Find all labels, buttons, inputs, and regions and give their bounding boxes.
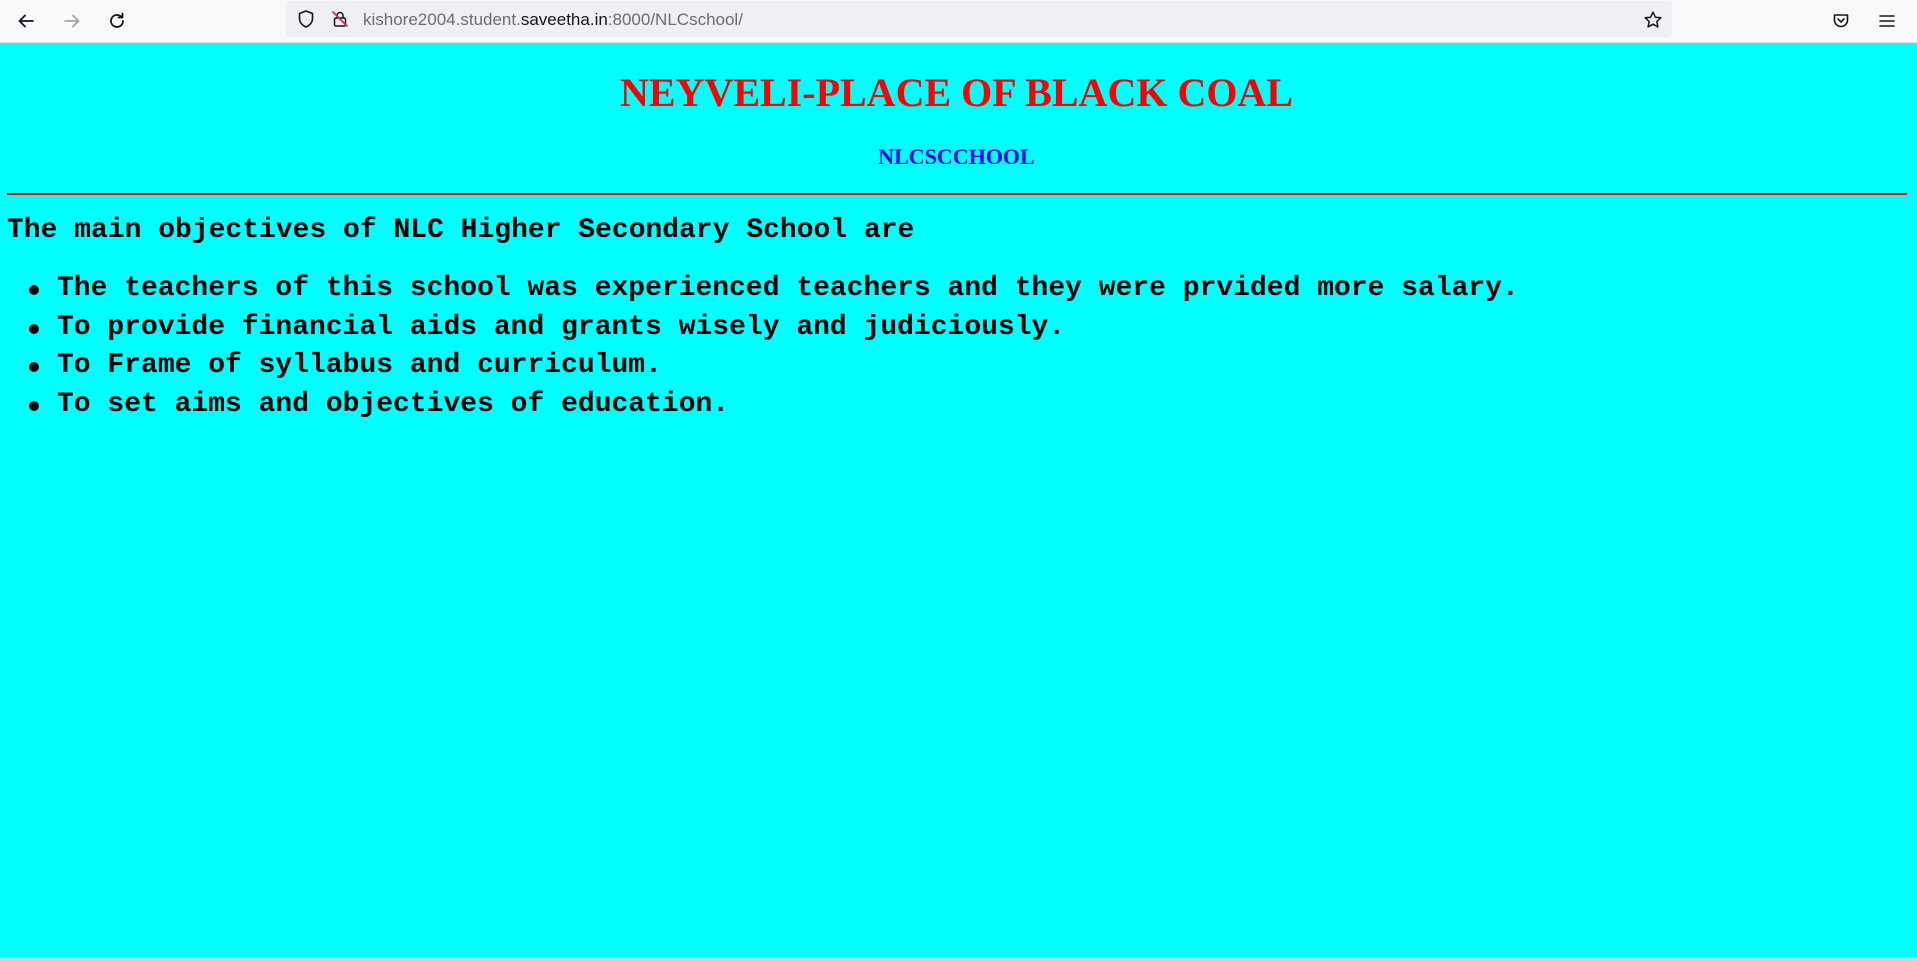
list-item-text: The teachers of this school was experien… (57, 273, 1519, 304)
horizontal-rule (7, 193, 1907, 195)
reload-button[interactable] (100, 4, 134, 38)
bullet-icon (29, 362, 39, 373)
bookmark-star-button[interactable] (1640, 7, 1666, 33)
bullet-icon (29, 285, 39, 295)
star-icon (1644, 11, 1662, 28)
arrow-left-icon (18, 14, 34, 28)
objectives-list: The teachers of this school was experien… (0, 270, 1519, 425)
list-item-text: To provide financial aids and grants wis… (57, 311, 1066, 343)
url-text[interactable]: kishore2004.student.saveetha.in:8000/NLC… (363, 10, 743, 30)
shield-icon[interactable] (295, 8, 317, 30)
menu-button[interactable] (1870, 4, 1904, 38)
list-item: To set aims and objectives of education. (0, 386, 1519, 425)
arrow-right-icon (64, 14, 80, 28)
url-suffix: :8000/NLCschool/ (607, 10, 743, 29)
list-item: To Frame of syllabus and curriculum. (0, 347, 1519, 386)
browser-toolbar: kishore2004.student.saveetha.in:8000/NLC… (0, 0, 1917, 43)
objectives-heading: The main objectives of NLC Higher Second… (7, 215, 915, 246)
page-title: NEYVELI-PLACE OF BLACK COAL (619, 70, 1294, 115)
hamburger-menu-icon (1879, 15, 1895, 27)
url-prefix: kishore2004.student. (363, 10, 521, 29)
list-item: The teachers of this school was experien… (0, 270, 1519, 309)
page-content: NEYVELI-PLACE OF BLACK COAL NLCSCCHOOL T… (0, 43, 1917, 957)
list-item-text: To Frame of syllabus and curriculum. (57, 350, 662, 382)
back-button[interactable] (9, 4, 43, 38)
page-subtitle: NLCSCCHOOL (878, 144, 1035, 169)
bullet-icon (29, 323, 39, 334)
pocket-button[interactable] (1824, 4, 1858, 38)
list-item-text: To set aims and objectives of education. (57, 389, 730, 421)
pocket-icon (1833, 14, 1849, 28)
url-host: saveetha.in (520, 10, 608, 29)
forward-button[interactable] (55, 4, 89, 38)
address-bar[interactable]: kishore2004.student.saveetha.in:8000/NLC… (286, 1, 1672, 37)
bottom-edge (0, 957, 1917, 962)
insecure-lock-icon[interactable] (329, 8, 351, 30)
bullet-icon (29, 401, 39, 412)
reload-icon (110, 12, 124, 28)
list-item: To provide financial aids and grants wis… (0, 309, 1519, 348)
